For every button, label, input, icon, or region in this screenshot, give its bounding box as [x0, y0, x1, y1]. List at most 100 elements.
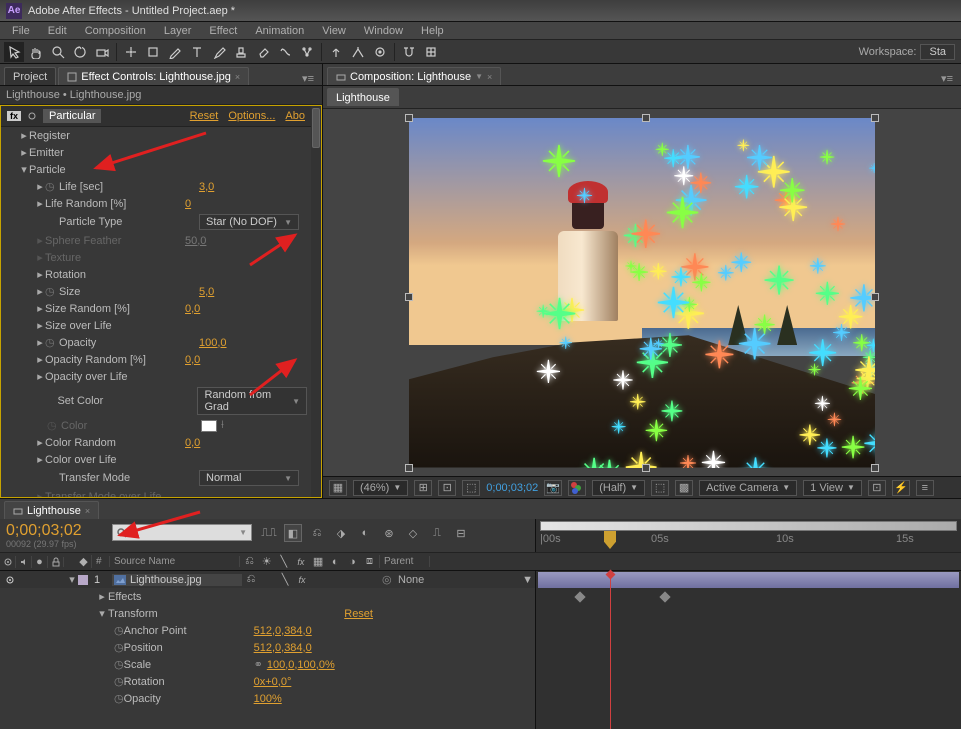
- value-anchor-point[interactable]: 512,0,384,0: [254, 625, 312, 637]
- stopwatch-icon[interactable]: ◷: [114, 641, 124, 654]
- twirl-icon[interactable]: ▸: [35, 180, 45, 193]
- twirl-icon[interactable]: ▸: [35, 336, 45, 349]
- world-axis-icon[interactable]: [348, 42, 368, 62]
- draft-3d-icon[interactable]: ◧: [284, 524, 302, 542]
- layer-bar[interactable]: [538, 572, 959, 588]
- views-dropdown[interactable]: 1 View▼: [803, 480, 862, 496]
- playhead[interactable]: [604, 531, 616, 549]
- prop-effects[interactable]: Effects: [108, 591, 141, 603]
- comp-flowchart-tab[interactable]: Lighthouse: [327, 88, 399, 106]
- value-color-random[interactable]: 0,0: [185, 437, 200, 449]
- layer-name[interactable]: Lighthouse.jpg: [126, 574, 206, 586]
- layer-row[interactable]: ▾ 1 Lighthouse.jpg ⎌╲fx ◎ None▼: [0, 571, 535, 588]
- toggle-mask-icon[interactable]: ⬚: [462, 480, 480, 496]
- stopwatch-icon[interactable]: ◷: [114, 675, 124, 688]
- prop-size-over-life[interactable]: Size over Life: [45, 320, 185, 332]
- fx-icon[interactable]: fx: [7, 111, 21, 121]
- stopwatch-icon[interactable]: ◷: [114, 692, 124, 705]
- resolution-icon[interactable]: ⊞: [414, 480, 432, 496]
- twirl-icon[interactable]: ▾: [19, 163, 29, 176]
- value-opacity-random[interactable]: 0,0: [185, 354, 200, 366]
- prop-opacity-over-life[interactable]: Opacity over Life: [45, 371, 185, 383]
- menu-animation[interactable]: Animation: [247, 23, 312, 39]
- value-opacity-tl[interactable]: 100%: [254, 693, 282, 705]
- current-time[interactable]: 0;00;03;02: [486, 482, 538, 494]
- menu-composition[interactable]: Composition: [77, 23, 154, 39]
- solo-col-icon[interactable]: ●: [32, 556, 48, 568]
- text-tool[interactable]: [187, 42, 207, 62]
- toggle-guides-icon[interactable]: ⊡: [438, 480, 456, 496]
- time-ruler[interactable]: |00s 05s 10s 15s: [535, 519, 961, 552]
- snap-edge-icon[interactable]: [421, 42, 441, 62]
- pixel-aspect-icon[interactable]: ⊡: [868, 480, 886, 496]
- stopwatch-icon[interactable]: ◷: [114, 658, 124, 671]
- collapse-switch-icon[interactable]: ☀: [259, 555, 274, 568]
- lock-col-icon[interactable]: [48, 557, 64, 567]
- value-life-random[interactable]: 0: [185, 198, 191, 210]
- dropdown-particle-type[interactable]: Star (No DOF)▼: [199, 214, 299, 230]
- effect-name[interactable]: Particular: [43, 109, 101, 123]
- adjustment-switch-icon[interactable]: ◑: [345, 555, 360, 568]
- comp-mini-flow-icon[interactable]: ⎍⎍: [260, 524, 278, 542]
- camera-dropdown[interactable]: Active Camera▼: [699, 480, 797, 496]
- motion-blur-icon[interactable]: ◐: [356, 524, 374, 542]
- twirl-icon[interactable]: ▸: [35, 436, 45, 449]
- value-life-sec[interactable]: 3,0: [199, 181, 214, 193]
- fast-previews-icon[interactable]: ⚡: [892, 480, 910, 496]
- zoom-dropdown[interactable]: (46%)▼: [353, 480, 408, 496]
- motion-blur-switch-icon[interactable]: ◐: [328, 555, 343, 568]
- tab-project[interactable]: Project: [4, 67, 56, 85]
- search-input[interactable]: ▼: [112, 524, 252, 541]
- link-icon[interactable]: ⚭: [254, 658, 263, 671]
- dropdown-set-color[interactable]: Random from Grad▼: [197, 387, 307, 415]
- shy-icon[interactable]: ⎌: [308, 524, 326, 542]
- video-col-icon[interactable]: [0, 556, 16, 568]
- close-icon[interactable]: ×: [487, 72, 492, 82]
- twirl-icon[interactable]: ▸: [35, 319, 45, 332]
- menu-effect[interactable]: Effect: [201, 23, 245, 39]
- timeline-track-area[interactable]: [535, 571, 961, 729]
- audio-col-icon[interactable]: [16, 556, 32, 568]
- stopwatch-icon[interactable]: ◷: [45, 285, 59, 298]
- menu-view[interactable]: View: [314, 23, 354, 39]
- puppet-tool[interactable]: [297, 42, 317, 62]
- value-scale[interactable]: 100,0,100,0%: [267, 659, 335, 671]
- reset-link[interactable]: Reset: [190, 110, 219, 122]
- quality-switch-icon[interactable]: ╲: [276, 555, 291, 568]
- pen-tool[interactable]: [165, 42, 185, 62]
- twirl-icon[interactable]: ▸: [35, 197, 45, 210]
- group-particle[interactable]: Particle: [29, 164, 169, 176]
- workspace-dropdown[interactable]: Sta: [920, 44, 955, 60]
- twirl-icon[interactable]: ▸: [35, 268, 45, 281]
- menu-edit[interactable]: Edit: [40, 23, 75, 39]
- tab-timeline[interactable]: Lighthouse ×: [4, 501, 99, 519]
- twirl-icon[interactable]: ▾: [96, 607, 108, 620]
- stopwatch-icon[interactable]: ◷: [114, 624, 124, 637]
- twirl-icon[interactable]: ▸: [35, 302, 45, 315]
- current-time-indicator[interactable]: [610, 571, 611, 729]
- twirl-icon[interactable]: ▸: [35, 453, 45, 466]
- stamp-tool[interactable]: [231, 42, 251, 62]
- anchor-tool[interactable]: [121, 42, 141, 62]
- value-opacity[interactable]: 100,0: [199, 337, 227, 349]
- brush-tool[interactable]: [209, 42, 229, 62]
- transparency-grid-icon[interactable]: ▩: [675, 480, 693, 496]
- selection-tool[interactable]: [4, 42, 24, 62]
- panel-options-icon[interactable]: ▾≡: [298, 72, 318, 85]
- fx-switch-icon[interactable]: fx: [293, 555, 308, 568]
- roi-icon[interactable]: ⬚: [651, 480, 669, 496]
- twirl-icon[interactable]: ▸: [19, 146, 29, 159]
- frame-blend-icon[interactable]: ⬗: [332, 524, 350, 542]
- label-col-icon[interactable]: ◆: [76, 555, 92, 568]
- label-color[interactable]: [78, 575, 88, 585]
- twirl-icon[interactable]: ▸: [96, 590, 108, 603]
- auto-keyframe-icon[interactable]: ◇: [404, 524, 422, 542]
- always-preview-icon[interactable]: ▦: [329, 480, 347, 496]
- menu-window[interactable]: Window: [356, 23, 411, 39]
- panel-options-icon[interactable]: ▾≡: [937, 72, 957, 85]
- dropdown-transfer-mode[interactable]: Normal▼: [199, 470, 299, 486]
- tab-composition[interactable]: Composition: Lighthouse ▼ ×: [327, 67, 501, 85]
- col-num[interactable]: #: [92, 556, 110, 567]
- stopwatch-icon[interactable]: ◷: [45, 180, 59, 193]
- 3d-switch-icon[interactable]: ⧈: [362, 555, 377, 568]
